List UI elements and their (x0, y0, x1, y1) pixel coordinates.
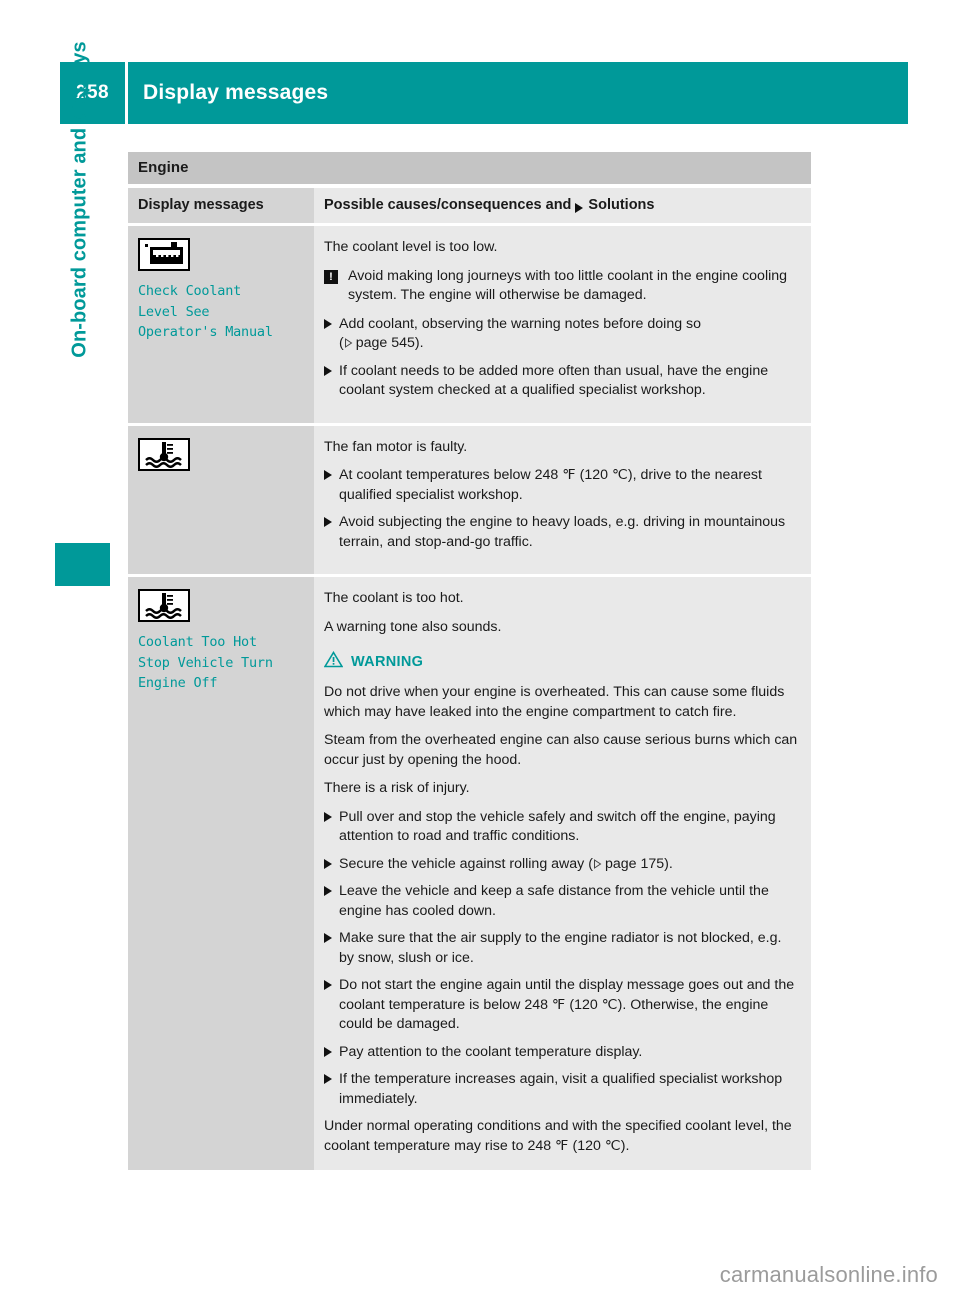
page-reference: page 175 (604, 855, 665, 872)
display-message-line: Stop Vehicle Turn (138, 654, 273, 671)
display-message-text: Coolant Too Hot Stop Vehicle Turn Engine… (138, 632, 304, 694)
solid-triangle-icon (324, 1074, 332, 1084)
display-message-line: Level See (138, 303, 210, 320)
solution-bullet: Pull over and stop the vehicle safely an… (324, 808, 799, 847)
coolant-level-icon (138, 238, 190, 271)
solid-triangle-icon (324, 1046, 332, 1057)
page-reference-icon (344, 335, 353, 348)
cause-paragraph: The fan motor is faulty. (324, 438, 468, 455)
cause-paragraph: The coolant level is too low. (324, 239, 498, 255)
row-display-message-cell: Coolant Too Hot Stop Vehicle Turn Engine… (128, 577, 314, 1170)
table-row: The fan motor is faulty. At coolant temp… (128, 425, 811, 574)
row-causes-solutions-cell: The fan motor is faulty. At coolant temp… (314, 425, 811, 574)
solution-text: If coolant needs to be added more often … (339, 362, 769, 399)
solid-triangle-icon (324, 858, 332, 869)
table-row: Check Coolant Level See Operator's Manua… (128, 226, 811, 423)
display-message-line: Check Coolant (138, 283, 242, 299)
row-causes-solutions-cell: The coolant is too hot. A warning tone a… (314, 577, 811, 1170)
note-text: Avoid making long journeys with too litt… (348, 267, 788, 304)
warning-heading: WARNING (323, 650, 799, 673)
note-block: ! Avoid making long journeys with too li… (324, 267, 799, 306)
section-band-engine: Engine (128, 152, 811, 184)
solution-text: Do not start the engine again until the … (339, 977, 795, 1032)
solution-text: Add coolant, observing the warning notes… (339, 315, 702, 352)
closing-paragraph: Under normal operating conditions and wi… (324, 1118, 792, 1154)
row-causes-solutions-cell: The coolant level is too low. ! Avoid ma… (314, 226, 811, 423)
solution-bullet: Avoid subjecting the engine to heavy loa… (324, 513, 799, 552)
column-header-suffix: Solutions (588, 197, 655, 213)
display-message-line: Engine Off (138, 675, 218, 691)
solution-text: If the temperature increases again, visi… (339, 1071, 783, 1107)
solution-text: Make sure that the air supply to the eng… (339, 930, 782, 966)
table-row: Coolant Too Hot Stop Vehicle Turn Engine… (128, 577, 811, 1170)
cause-paragraph: A warning tone also sounds. (324, 618, 502, 635)
solution-bullet: Leave the vehicle and keep a safe distan… (324, 882, 799, 921)
solution-text: Avoid subjecting the engine to heavy loa… (339, 514, 786, 550)
solution-bullet: Pay attention to the coolant temperature… (324, 1043, 799, 1063)
solid-triangle-icon (324, 980, 332, 990)
solution-bullet: If the temperature increases again, visi… (324, 1070, 799, 1109)
row-display-message-cell: Check Coolant Level See Operator's Manua… (128, 226, 314, 423)
column-header-display-messages: Display messages (128, 188, 314, 223)
solution-text: Pull over and stop the vehicle safely an… (339, 808, 776, 845)
warning-paragraph: Do not drive when your engine is overhea… (324, 684, 785, 720)
solid-triangle-icon (324, 517, 332, 527)
solid-triangle-icon (324, 470, 332, 480)
warning-paragraph: There is a risk of injury. (324, 780, 470, 796)
display-message-line: Coolant Too Hot (138, 634, 257, 650)
solution-text: Leave the vehicle and keep a safe distan… (339, 883, 769, 919)
page-header: 258 Display messages (60, 62, 908, 124)
solution-text: Pay attention to the coolant temperature… (339, 1043, 643, 1060)
coolant-temperature-icon (138, 437, 190, 471)
chapter-title-label: On-board computer and displays (68, 41, 91, 358)
watermark: carmanualsonline.info (719, 1262, 938, 1287)
column-header-causes-solutions: Possible causes/consequences and Solutio… (314, 188, 811, 223)
warning-paragraph: Steam from the overheated engine can als… (324, 732, 798, 768)
warning-label: WARNING (351, 654, 424, 670)
row-display-message-cell (128, 425, 314, 574)
solid-triangle-icon (324, 933, 332, 943)
display-messages-table: Engine Display messages Possible causes/… (128, 152, 811, 1170)
display-message-line: Operator's Manual (138, 324, 273, 340)
cause-paragraph: The coolant is too hot. (324, 590, 464, 606)
page-reference: page 545 (355, 335, 415, 351)
solution-bullet: Make sure that the air supply to the eng… (324, 929, 799, 968)
solution-bullet: At coolant temperatures below 248 ℉ (120… (324, 466, 799, 505)
solid-triangle-icon (324, 365, 332, 376)
chapter-title: On-board computer and displays (0, 0, 120, 560)
exclamation-note-icon: ! (324, 269, 338, 284)
table-header-row: Display messages Possible causes/consequ… (128, 188, 811, 223)
solution-bullet: Secure the vehicle against rolling away … (324, 855, 799, 875)
column-header-prefix: Possible causes/consequences and (324, 197, 572, 213)
solid-triangle-icon (575, 203, 584, 213)
page-reference-icon (593, 856, 602, 869)
solution-bullet: If coolant needs to be added more often … (324, 362, 799, 401)
warning-triangle-icon (323, 650, 344, 673)
solution-label: Add coolant, observing the warning notes… (339, 315, 702, 332)
display-message-text: Check Coolant Level See Operator's Manua… (138, 281, 304, 343)
solid-triangle-icon (324, 318, 332, 329)
solution-bullet: Add coolant, observing the warning notes… (324, 315, 799, 354)
solution-text: Secure the vehicle against rolling away … (339, 855, 673, 872)
solid-triangle-icon (324, 886, 332, 896)
solution-text: At coolant temperatures below 248 ℉ (120… (339, 467, 762, 503)
page-title: Display messages (143, 81, 329, 104)
solution-bullet: Do not start the engine again until the … (324, 976, 799, 1035)
solid-triangle-icon (324, 811, 332, 822)
coolant-temperature-icon (138, 589, 190, 622)
solution-label: Secure the vehicle against rolling away (339, 855, 585, 872)
